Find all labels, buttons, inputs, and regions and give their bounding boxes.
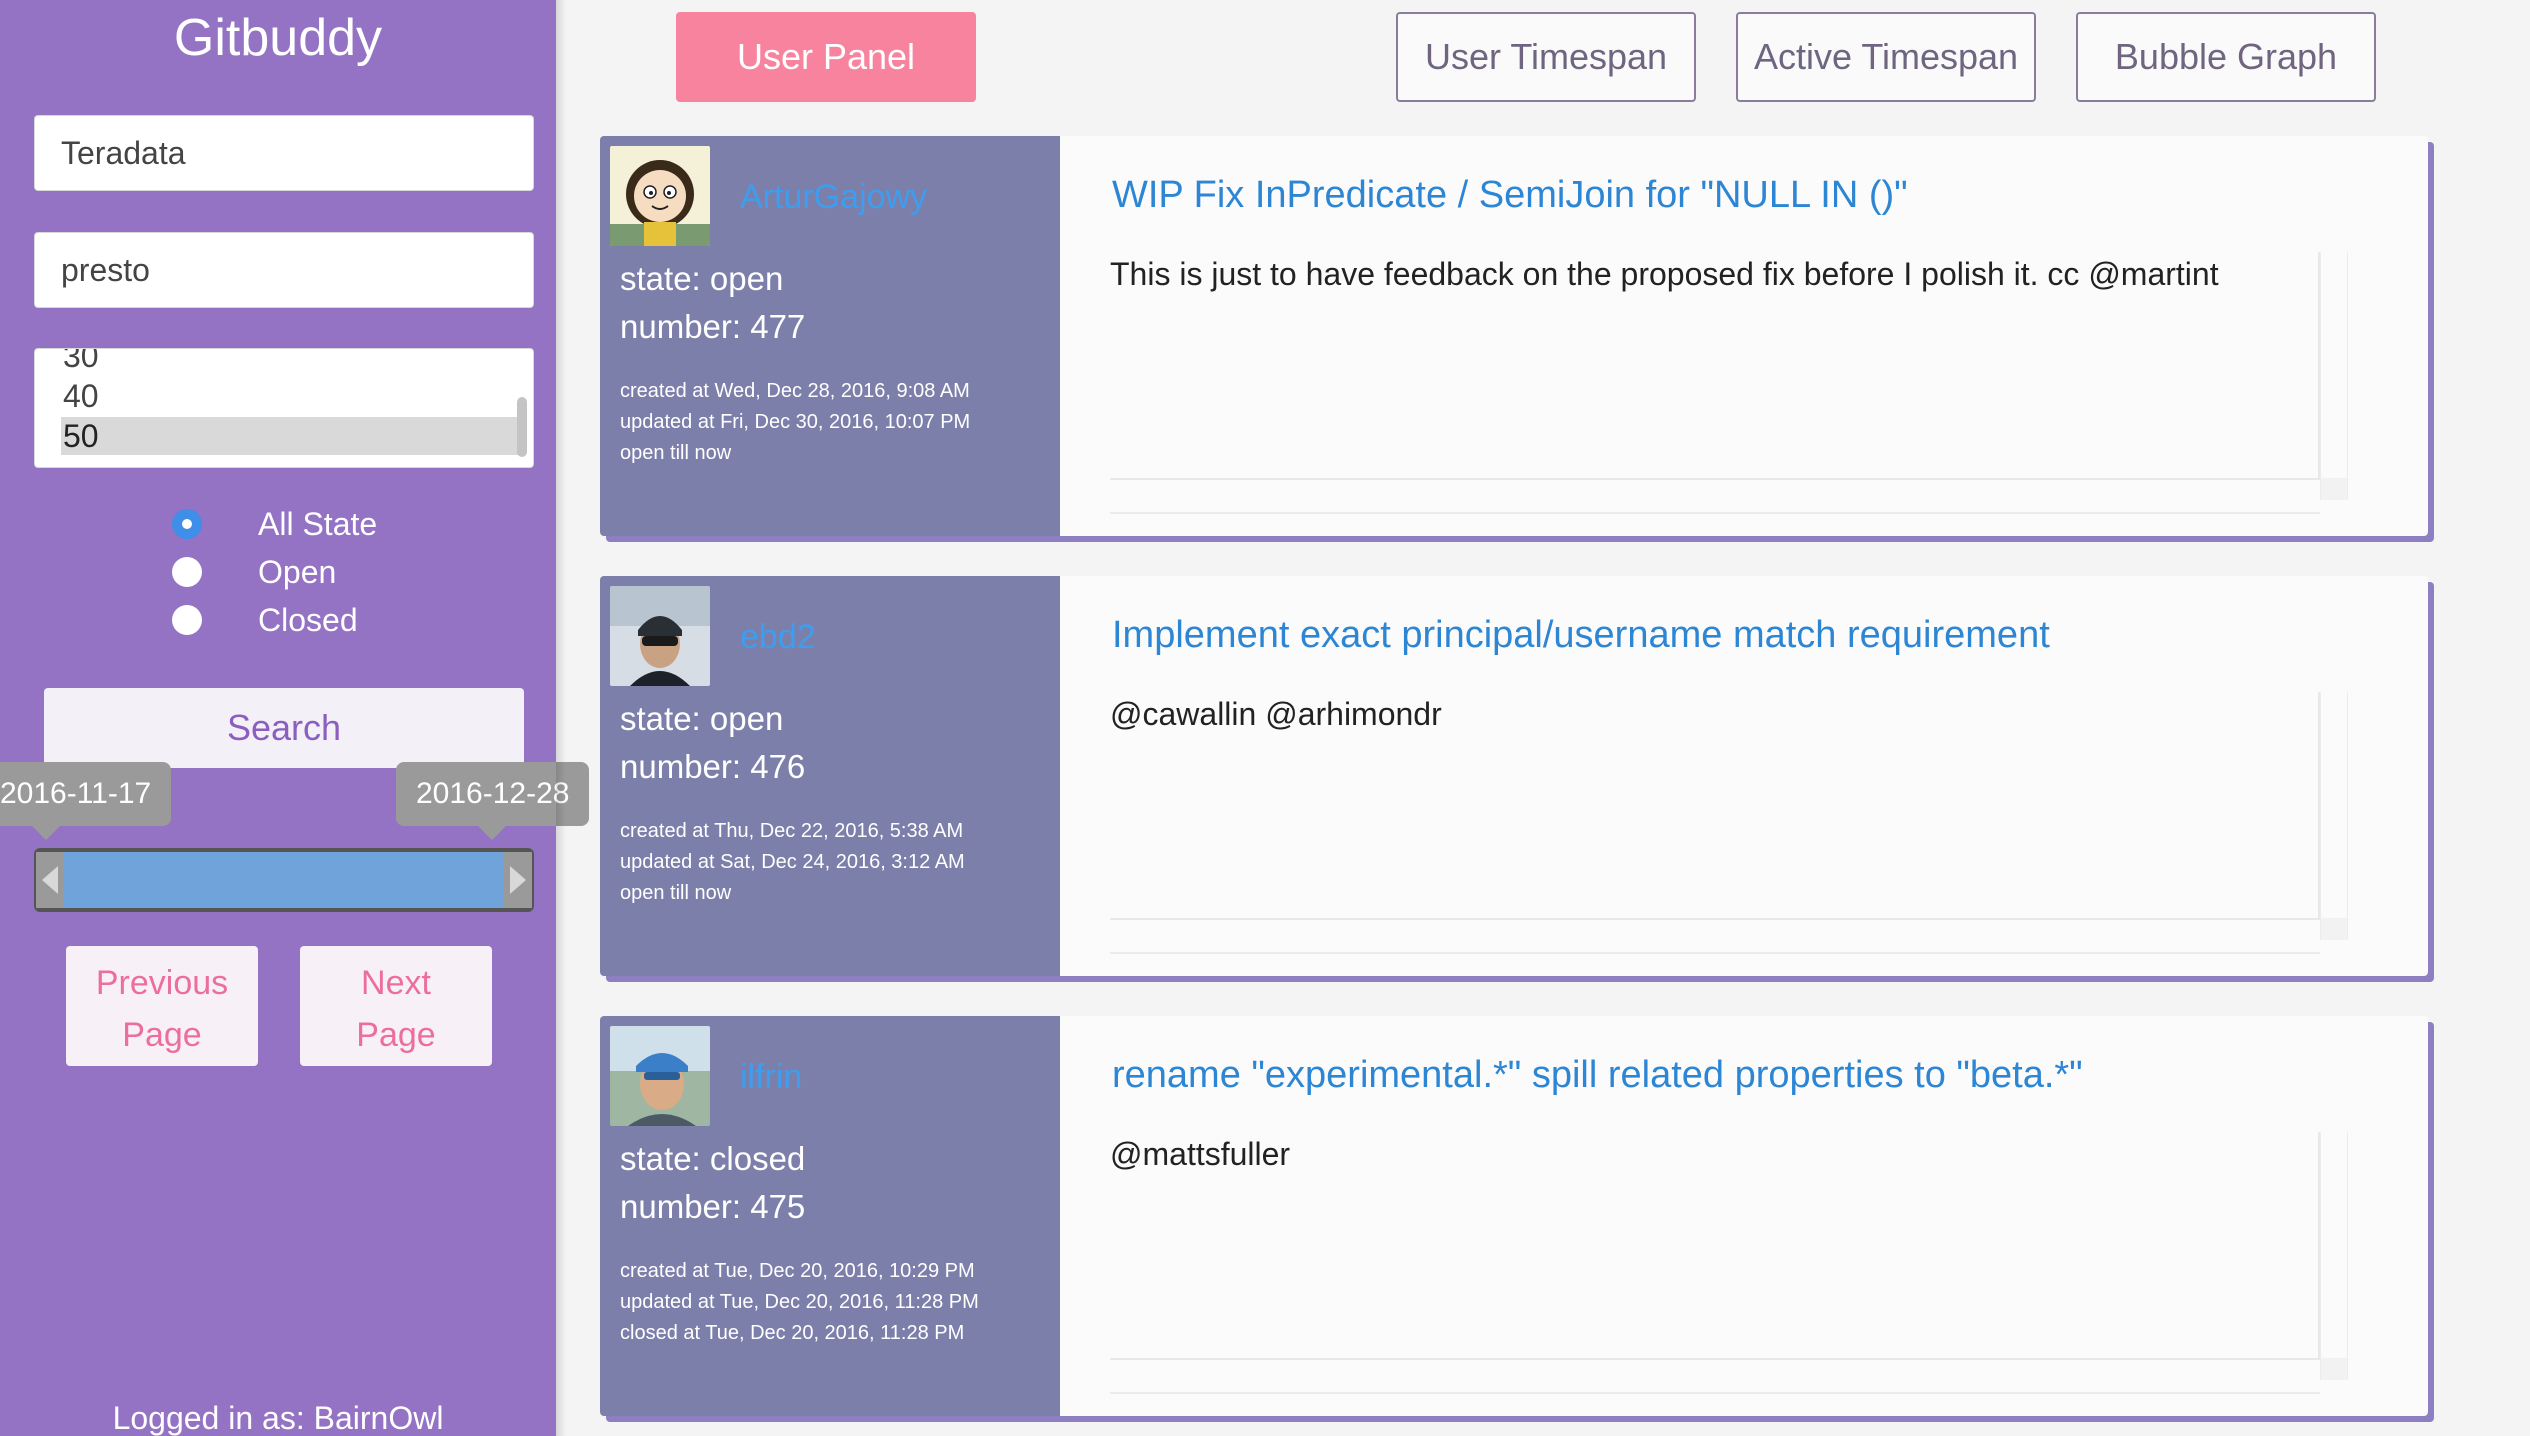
pr-dates: created at Thu, Dec 22, 2016, 5:38 AM up… bbox=[620, 816, 965, 909]
tab-user-timespan[interactable]: User Timespan bbox=[1396, 12, 1696, 102]
button-label-line: Page bbox=[122, 1016, 202, 1054]
pr-created-at: created at Wed, Dec 28, 2016, 9:08 AM bbox=[620, 380, 970, 402]
tab-active-timespan[interactable]: Active Timespan bbox=[1736, 12, 2036, 102]
range-start-tooltip: 2016-11-17 bbox=[0, 762, 172, 840]
radio-button[interactable] bbox=[172, 605, 202, 635]
pr-state: state: open bbox=[620, 260, 784, 297]
pr-author-link[interactable]: ebd2 bbox=[740, 618, 816, 657]
date-range-slider[interactable] bbox=[34, 848, 534, 912]
pull-request-card: ilfrin state: closed number: 475 created… bbox=[600, 1016, 2428, 1416]
pr-status-line: closed at Tue, Dec 20, 2016, 11:28 PM bbox=[620, 1322, 965, 1344]
pr-state: state: closed bbox=[620, 1140, 806, 1177]
per-page-option-selected[interactable]: 50 bbox=[61, 417, 521, 455]
pr-created-at: created at Tue, Dec 20, 2016, 10:29 PM bbox=[620, 1260, 975, 1282]
radio-all-state[interactable]: All State bbox=[172, 502, 377, 546]
app-title: Gitbuddy bbox=[173, 9, 383, 67]
tab-user-panel[interactable]: User Panel bbox=[676, 12, 976, 102]
pr-author-link[interactable]: ArturGajowy bbox=[740, 178, 927, 217]
radio-label: All State bbox=[258, 505, 378, 542]
pr-status-line: open till now bbox=[620, 442, 732, 464]
search-button[interactable]: Search bbox=[44, 688, 524, 768]
pr-number: number: 477 bbox=[620, 308, 806, 345]
pr-author-link[interactable]: ilfrin bbox=[740, 1058, 802, 1097]
radio-closed[interactable]: Closed bbox=[172, 598, 358, 642]
pr-title-link[interactable]: rename "experimental.*" spill related pr… bbox=[1112, 1054, 2083, 1097]
organization-input[interactable] bbox=[34, 115, 534, 191]
button-label-line: Page bbox=[356, 1016, 436, 1054]
pr-dates: created at Tue, Dec 20, 2016, 10:29 PM u… bbox=[620, 1256, 979, 1349]
pr-meta-panel: ilfrin state: closed number: 475 created… bbox=[600, 1016, 1060, 1416]
pr-number: number: 476 bbox=[620, 748, 806, 785]
pr-body-text: This is just to have feedback on the pro… bbox=[1110, 256, 2219, 292]
pull-request-card: ebd2 state: open number: 476 created at … bbox=[600, 576, 2428, 976]
avatar[interactable] bbox=[610, 586, 710, 686]
previous-page-button[interactable]: Previous Page bbox=[66, 946, 258, 1066]
divider bbox=[1110, 952, 2320, 954]
radio-label: Open bbox=[258, 553, 337, 590]
button-label-line: Next bbox=[361, 964, 431, 1002]
pr-number: number: 475 bbox=[620, 1188, 806, 1225]
pr-status-line: open till now bbox=[620, 882, 732, 904]
radio-label: Closed bbox=[258, 601, 358, 638]
per-page-listbox[interactable]: 30 40 50 bbox=[34, 348, 534, 468]
pr-body-scrollbar[interactable] bbox=[2320, 1132, 2348, 1380]
pr-title-link[interactable]: Implement exact principal/username match… bbox=[1112, 614, 2050, 657]
pr-state: state: open bbox=[620, 700, 784, 737]
pr-dates: created at Wed, Dec 28, 2016, 9:08 AM up… bbox=[620, 376, 970, 469]
repository-input[interactable] bbox=[34, 232, 534, 308]
pr-meta-panel: ArturGajowy state: open number: 477 crea… bbox=[600, 136, 1060, 536]
pr-body-scrollbar[interactable] bbox=[2320, 692, 2348, 940]
pr-body-text: @mattsfuller bbox=[1110, 1136, 1291, 1172]
pr-updated-at: updated at Fri, Dec 30, 2016, 10:07 PM bbox=[620, 411, 971, 433]
pull-request-card: ArturGajowy state: open number: 477 crea… bbox=[600, 136, 2428, 536]
radio-button-checked[interactable] bbox=[172, 509, 202, 539]
sidebar: Gitbuddy 30 40 50 All State Open Closed … bbox=[0, 0, 590, 1436]
pr-meta-panel: ebd2 state: open number: 476 created at … bbox=[600, 576, 1060, 976]
radio-open[interactable]: Open bbox=[172, 550, 336, 594]
button-label-line: Previous bbox=[95, 964, 229, 1002]
slider-selected-range[interactable] bbox=[64, 852, 504, 908]
divider bbox=[1110, 512, 2320, 514]
pr-body-text: @cawallin @arhimondr bbox=[1110, 696, 1442, 732]
pr-title-link[interactable]: WIP Fix InPredicate / SemiJoin for "NULL… bbox=[1112, 174, 1908, 217]
slider-left-handle[interactable] bbox=[36, 852, 64, 908]
divider bbox=[1110, 1392, 2320, 1394]
range-end-tooltip: 2016-12-28 bbox=[396, 762, 590, 840]
avatar[interactable] bbox=[610, 146, 710, 246]
listbox-scrollbar[interactable] bbox=[517, 397, 527, 457]
slider-right-handle[interactable] bbox=[504, 852, 532, 908]
per-page-option[interactable]: 30 bbox=[61, 349, 521, 375]
pr-updated-at: updated at Sat, Dec 24, 2016, 3:12 AM bbox=[620, 851, 965, 873]
pr-created-at: created at Thu, Dec 22, 2016, 5:38 AM bbox=[620, 820, 964, 842]
tab-bubble-graph[interactable]: Bubble Graph bbox=[2076, 12, 2376, 102]
radio-button[interactable] bbox=[172, 557, 202, 587]
pr-body-scrollbar[interactable] bbox=[2320, 252, 2348, 500]
pr-body-box[interactable] bbox=[1110, 1132, 2320, 1360]
logged-in-status: Logged in as: BairnOwl bbox=[112, 1400, 444, 1436]
next-page-button[interactable]: Next Page bbox=[300, 946, 492, 1066]
pr-updated-at: updated at Tue, Dec 20, 2016, 11:28 PM bbox=[620, 1291, 979, 1313]
per-page-option[interactable]: 40 bbox=[61, 377, 521, 415]
avatar[interactable] bbox=[610, 1026, 710, 1126]
